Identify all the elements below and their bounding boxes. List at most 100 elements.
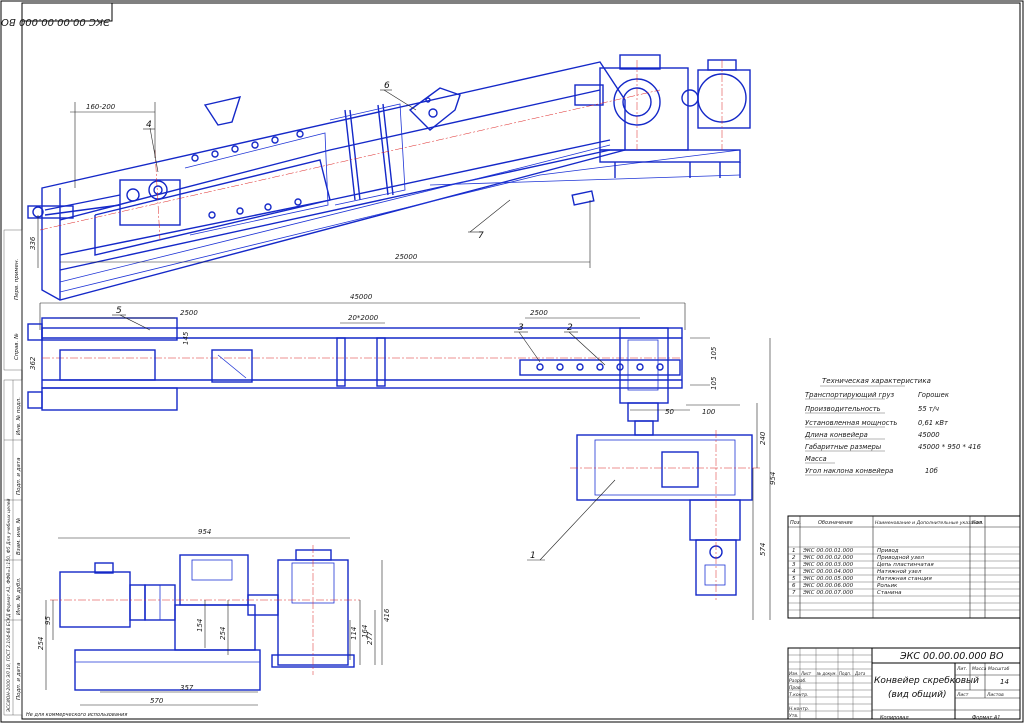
margin-sign-date-2: Подп. и дата (16, 662, 22, 700)
margin-bottom-note: Не для коммерческого использования (26, 712, 127, 718)
tb-date: Дата (854, 671, 866, 676)
dim-105-b: 105 (710, 376, 718, 390)
row-2-code: ЭКС 00.00.02.000 (802, 555, 854, 561)
row-1-name: Привод (877, 548, 899, 554)
plan-chain-bolts (536, 363, 664, 371)
tb-mass: Масса (972, 666, 987, 672)
margin-inv-dubl: Инв. № дубл. (16, 577, 22, 615)
tech-label-overall: Габаритные размеры (805, 443, 882, 451)
tech-label-mass: Масса (805, 455, 827, 463)
tb-prov: Пров. (789, 685, 802, 691)
tech-value-length: 45000 (918, 431, 940, 439)
tech-value-capacity: 55 т/ч (918, 405, 939, 413)
row-5-code: ЭКС 00.00.05.000 (802, 576, 854, 582)
hopper (203, 96, 242, 126)
tech-value-angle: 10б (925, 467, 938, 475)
row-7-pos: 7 (792, 590, 796, 596)
callout-6: 6 (384, 81, 390, 91)
row-2-pos: 2 (792, 555, 796, 561)
tech-label-length: Длина конвейера (804, 431, 868, 439)
row-4-name: Натяжной узел (877, 569, 922, 575)
row-1-pos: 1 (792, 548, 796, 554)
drive-side-view: 954 357 570 254 95 254 154 164 277 416 1… (37, 528, 391, 706)
title-block: Изм. Лист № докум. Подп. Дата Разраб. Пр… (787, 647, 1021, 721)
tb-name-line2: (вид общий) (888, 690, 947, 700)
row-5-name: Натяжная станция (877, 576, 933, 582)
callout-5: 5 (116, 306, 122, 316)
callout-1: 1 (530, 551, 536, 561)
dim-114: 114 (350, 627, 358, 640)
roller-6 (408, 87, 461, 131)
callout-7: 7 (478, 231, 484, 241)
tb-utv: Утв. (789, 713, 798, 719)
dim-254-a: 254 (37, 637, 45, 650)
row-3-name: Цепь пластинчатая (877, 562, 934, 568)
tech-label-angle: Угол наклона конвейера (805, 467, 893, 475)
tech-heading: Техническая характеристика (822, 377, 931, 385)
dim-570: 570 (150, 697, 164, 705)
tech-label-power: Установленная мощность (805, 419, 897, 427)
tech-characteristics: Техническая характеристика Транспортирую… (804, 377, 982, 476)
table-header-name: Наименование и Дополнительные указания (875, 520, 982, 526)
drawing-sheet: ЭКС 00.00.00.000 ВО Инв. № подл. Подп. и… (0, 0, 1024, 723)
dim-357: 357 (180, 684, 194, 692)
margin-footnote: ЭССИОН-2000 ЭЛ 18, ГОСТ 2.104-68 ЕСКД Фо… (6, 499, 12, 713)
dim-50: 50 (665, 408, 674, 416)
dim-2500-right: 2500 (530, 309, 548, 317)
dim-254-b: 254 (219, 627, 227, 640)
dim-240: 240 (759, 431, 767, 445)
margin-sprav: Справ. № (14, 333, 20, 360)
table-header-code: Обозначение (818, 520, 853, 526)
elevation-view: 160-200 336 25000 4 6 7 (27, 54, 751, 301)
dim-145: 145 (182, 331, 190, 345)
dim-154: 154 (196, 619, 204, 632)
plan-view: 45000 2500 20*2000 2500 145 362 105 105 … (27, 293, 718, 411)
tech-value-cargo: Горошек (918, 391, 950, 399)
margin-inv-orig: Инв. № подл. (16, 397, 22, 435)
dim-95: 95 (44, 616, 52, 625)
row-3-pos: 3 (792, 562, 796, 568)
row-7-code: ЭКС 00.00.07.000 (802, 590, 854, 596)
tech-value-power: 0,61 кВт (918, 419, 949, 427)
callout-3: 3 (518, 323, 524, 333)
dim-105-a: 105 (710, 346, 718, 360)
dim-25000: 25000 (395, 253, 418, 261)
dim-336: 336 (29, 236, 37, 250)
dim-160-200: 160-200 (86, 103, 116, 111)
margin-sign-date: Подп. и дата (16, 457, 22, 495)
callout-4: 4 (146, 120, 152, 130)
tb-copied: Копировал (880, 715, 909, 721)
dim-100: 100 (702, 408, 716, 416)
row-6-code: ЭКС 00.00.06.000 (802, 583, 854, 589)
tb-name-line1: Конвейер скребковый (874, 676, 979, 686)
tb-sheets-label: Листов (986, 692, 1004, 698)
conveyor-body-outline (41, 61, 626, 301)
tb-nkontr: Н.контр. (789, 706, 809, 712)
tb-doc: № докум. (816, 671, 837, 676)
table-header-qty: Кол. (972, 520, 983, 526)
tension-unit (27, 179, 181, 226)
callout-2: 2 (567, 323, 573, 333)
tb-code: ЭКС 00.00.00.000 ВО (899, 651, 1004, 662)
dim-416: 416 (383, 608, 391, 622)
tb-scale: Масштаб (988, 666, 1010, 672)
table-header-pos: Поз. (790, 520, 801, 526)
tb-list: Лист (800, 671, 812, 676)
svg-text:ЭКС 00.00.00.000 ВО: ЭКС 00.00.00.000 ВО (1, 16, 111, 27)
dim-277: 277 (366, 631, 374, 645)
row-1-code: ЭКС 00.00.01.000 (802, 548, 854, 554)
dim-20-2000: 20*2000 (348, 314, 379, 322)
row-5-pos: 5 (792, 576, 796, 582)
tech-label-cargo: Транспортирующий груз (805, 391, 894, 399)
row-3-code: ЭКС 00.00.03.000 (802, 562, 854, 568)
tb-sign: Подп. (839, 671, 851, 676)
section-joints (329, 103, 406, 206)
dim-2500-left: 2500 (180, 309, 198, 317)
row-2-name: Приводной узел (877, 555, 924, 561)
tb-sheet-label: Лист (956, 692, 969, 698)
tech-value-overall: 45000 * 950 * 416 (918, 443, 982, 451)
mirrored-stamp: ЭКС 00.00.00.000 ВО (1, 16, 111, 27)
parts-table: Поз. Обозначение Наименование и Дополнит… (787, 515, 1021, 619)
dim-362: 362 (29, 356, 37, 370)
margin-perv-prim: Перв. примен. (14, 258, 20, 300)
